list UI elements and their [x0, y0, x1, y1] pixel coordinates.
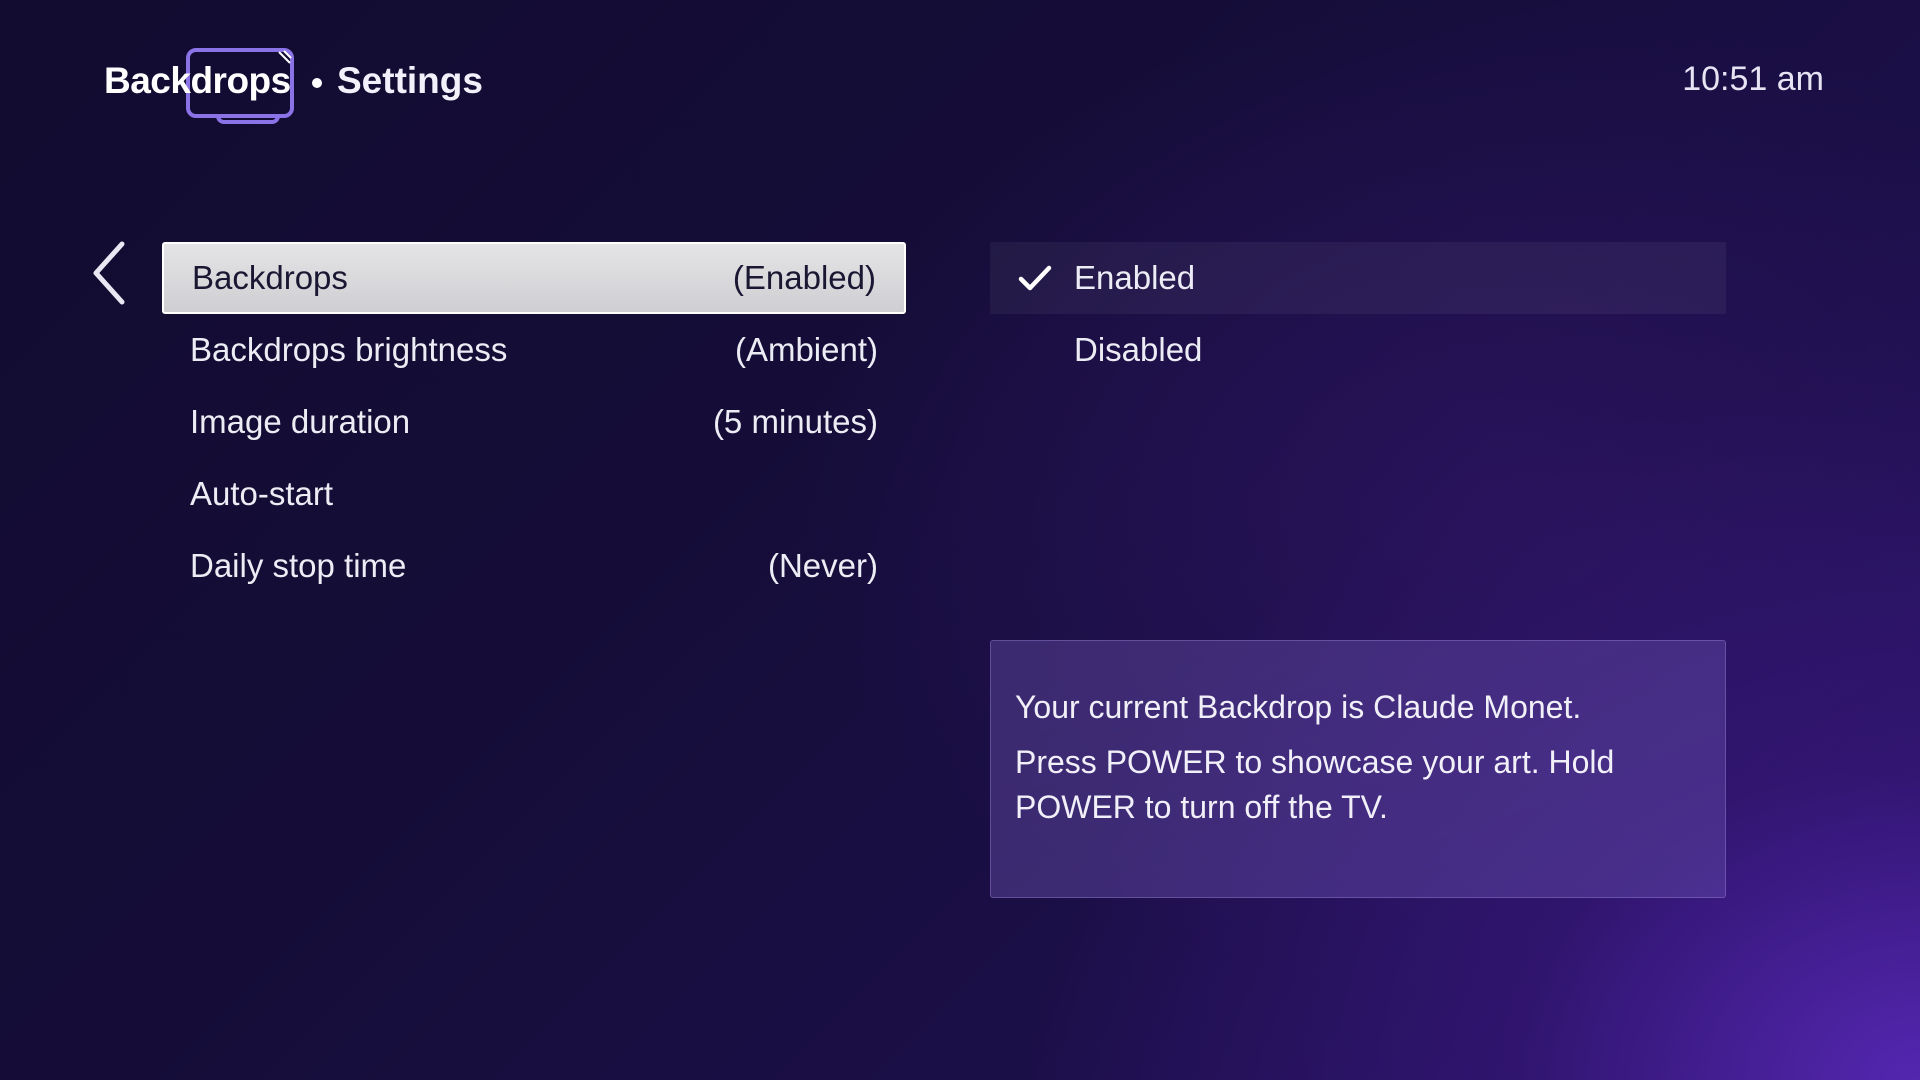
option-label: Disabled	[1074, 331, 1203, 368]
menu-item-image-duration[interactable]: Image duration (5 minutes)	[162, 386, 906, 458]
menu-item-value: (5 minutes)	[712, 403, 878, 440]
info-current-backdrop: Your current Backdrop is Claude Monet.	[1015, 689, 1582, 725]
menu-item-label: Backdrops brightness	[190, 331, 508, 368]
menu-item-label: Image duration	[190, 403, 411, 440]
settings-menu: Backdrops (Enabled) Backdrops brightness…	[162, 242, 906, 602]
page-title: Settings	[337, 60, 483, 101]
clock: 10:51 am	[1682, 60, 1824, 98]
menu-item-value: (Enabled)	[732, 259, 876, 296]
option-disabled[interactable]: Disabled	[990, 314, 1726, 386]
menu-item-value: (Ambient)	[734, 331, 878, 368]
option-label: Enabled	[1074, 259, 1196, 296]
header-separator-dot	[312, 78, 322, 88]
menu-item-label: Auto-start	[190, 475, 334, 512]
menu-item-backdrops-brightness[interactable]: Backdrops brightness (Ambient)	[162, 314, 906, 386]
option-enabled[interactable]: Enabled	[990, 242, 1726, 314]
tv-stand-icon	[216, 116, 280, 124]
checkmark-icon	[1018, 265, 1052, 291]
menu-item-label: Daily stop time	[190, 547, 407, 584]
menu-item-backdrops[interactable]: Backdrops (Enabled)	[162, 242, 906, 314]
menu-item-label: Backdrops	[192, 259, 348, 296]
menu-item-daily-stop-time[interactable]: Daily stop time (Never)	[162, 530, 906, 602]
chevron-left-icon[interactable]	[90, 240, 130, 306]
info-panel: Your current Backdrop is Claude Monet. P…	[990, 640, 1726, 898]
backdrops-options: Enabled Disabled	[990, 242, 1726, 386]
logo-text: Backdrops	[104, 60, 291, 101]
info-power-hint: Press POWER to showcase your art. Hold P…	[1015, 744, 1615, 825]
menu-item-auto-start[interactable]: Auto-start	[162, 458, 906, 530]
menu-item-value: (Never)	[767, 547, 878, 584]
backdrops-logo: Backdrops	[104, 44, 304, 130]
